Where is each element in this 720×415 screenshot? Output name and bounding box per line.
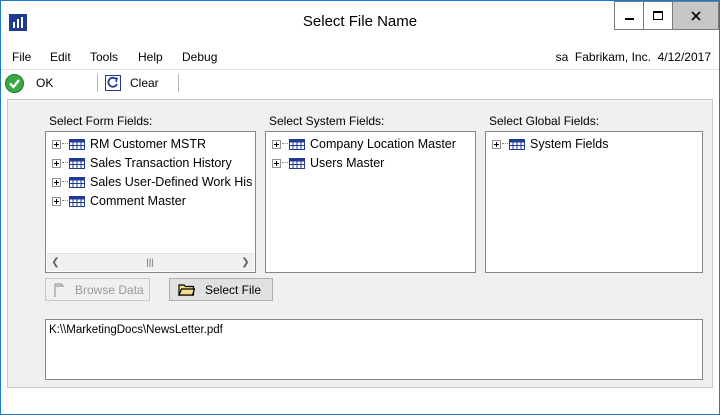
clear-button[interactable]: Clear (105, 72, 159, 94)
clear-label: Clear (130, 76, 159, 90)
form-fields-tree[interactable]: RM Customer MSTR Sales Transaction Histo… (45, 131, 256, 273)
expand-icon[interactable] (52, 139, 61, 149)
scroll-thumb[interactable]: ||| (65, 255, 235, 269)
menu-edit[interactable]: Edit (50, 50, 71, 64)
global-fields-tree[interactable]: System Fields (485, 131, 703, 273)
tree-item-label: Sales User-Defined Work His (90, 175, 253, 189)
tree-item-comment-master[interactable]: Comment Master (52, 192, 186, 210)
minimize-icon (624, 17, 634, 20)
tree-item-sales-transaction-history[interactable]: Sales Transaction History (52, 154, 232, 172)
browse-data-button[interactable]: Browse Data (45, 278, 150, 301)
expand-icon[interactable] (272, 139, 281, 149)
table-icon (69, 195, 85, 207)
window-title: Select File Name (302, 13, 418, 30)
ok-label: OK (36, 76, 54, 90)
browse-data-icon (54, 282, 65, 297)
tree-item-sales-user-defined-work-his[interactable]: Sales User-Defined Work His (52, 173, 252, 191)
tree-item-label: System Fields (530, 137, 609, 151)
browse-data-label: Browse Data (75, 282, 144, 297)
file-path-field[interactable]: K:\\MarketingDocs\NewsLetter.pdf (45, 319, 703, 380)
menu-file[interactable]: File (12, 50, 31, 64)
toolbar-separator (97, 74, 98, 92)
select-file-name-window: Select File Name File Edit Tools Help De… (0, 0, 720, 415)
scroll-right-arrow-icon[interactable]: ❯ (237, 254, 254, 271)
select-file-label: Select File (205, 282, 262, 297)
horizontal-scrollbar[interactable]: ❮ ||| ❯ (47, 253, 254, 271)
global-fields-label: Select Global Fields: (489, 114, 600, 128)
expand-icon[interactable] (52, 158, 61, 168)
system-fields-label: Select System Fields: (269, 114, 385, 128)
close-icon (690, 10, 701, 21)
system-fields-tree[interactable]: Company Location Master Users Master (265, 131, 476, 273)
scroll-left-arrow-icon[interactable]: ❮ (47, 254, 64, 271)
menu-debug[interactable]: Debug (182, 50, 217, 64)
folder-icon (178, 284, 195, 296)
table-icon (289, 138, 305, 150)
table-icon (69, 138, 85, 150)
select-file-button[interactable]: Select File (169, 278, 273, 301)
tree-item-label: Comment Master (90, 194, 186, 208)
menu-bar: File Edit Tools Help Debug sa Fabrikam, … (1, 43, 719, 69)
form-fields-label: Select Form Fields: (49, 114, 153, 128)
tree-item-rm-customer-mstr[interactable]: RM Customer MSTR (52, 135, 206, 153)
tree-item-label: RM Customer MSTR (90, 137, 206, 151)
expand-icon[interactable] (492, 139, 501, 149)
expand-icon[interactable] (52, 177, 61, 187)
tree-item-label: Users Master (310, 156, 385, 170)
minimize-button[interactable] (614, 1, 644, 30)
tree-item-label: Company Location Master (310, 137, 456, 151)
tree-item-company-location-master[interactable]: Company Location Master (272, 135, 456, 153)
user-company-date: sa Fabrikam, Inc. 4/12/2017 (555, 50, 711, 64)
table-icon (69, 176, 85, 188)
tree-item-system-fields[interactable]: System Fields (492, 135, 609, 153)
expand-icon[interactable] (272, 158, 281, 168)
toolbar: OK Clear (1, 69, 719, 98)
tree-item-users-master[interactable]: Users Master (272, 154, 384, 172)
toolbar-separator (178, 74, 179, 92)
table-icon (289, 157, 305, 169)
file-path-text: K:\\MarketingDocs\NewsLetter.pdf (49, 324, 223, 336)
tree-item-label: Sales Transaction History (90, 156, 232, 170)
expand-icon[interactable] (52, 196, 61, 206)
close-button[interactable] (672, 1, 719, 30)
ok-button[interactable]: OK (5, 72, 53, 94)
dialog-content: Select Form Fields: RM Customer MSTR Sal… (7, 99, 713, 388)
menu-help[interactable]: Help (138, 50, 163, 64)
maximize-icon (653, 11, 663, 20)
checkmark-icon (5, 73, 24, 93)
table-icon (509, 138, 525, 150)
menu-tools[interactable]: Tools (90, 50, 118, 64)
clear-icon (105, 75, 121, 91)
table-icon (69, 157, 85, 169)
maximize-button[interactable] (643, 1, 673, 30)
title-bar[interactable]: Select File Name (1, 1, 719, 43)
